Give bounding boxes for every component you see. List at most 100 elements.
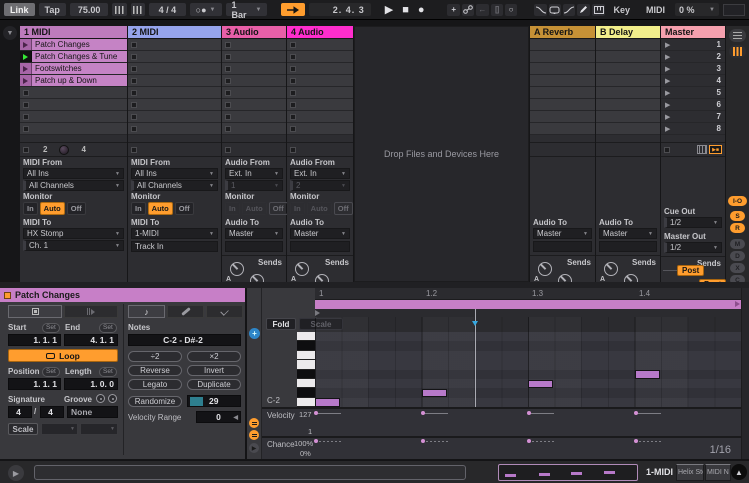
clip-view-icon[interactable] xyxy=(697,145,707,154)
stop-clip-icon[interactable] xyxy=(23,102,29,108)
set-length-button[interactable]: Set xyxy=(99,367,117,377)
stop-clip-icon[interactable] xyxy=(131,90,137,96)
clip-slot[interactable] xyxy=(287,111,353,123)
clip-slot[interactable] xyxy=(128,51,221,63)
clip-slot[interactable] xyxy=(222,63,286,75)
output-type-select[interactable]: Master▼ xyxy=(599,228,657,239)
loop-marker-icon[interactable]: + xyxy=(249,328,260,339)
stop-clip-icon[interactable] xyxy=(131,114,137,120)
output-channel-box[interactable] xyxy=(290,241,350,252)
randomize-button[interactable]: Randomize xyxy=(128,396,182,407)
track-header[interactable]: Master xyxy=(661,26,725,39)
device-chain-item[interactable]: Helix Stor xyxy=(676,464,704,481)
drop-zone[interactable]: Drop Files and Devices Here xyxy=(354,26,529,282)
clip-slot[interactable] xyxy=(128,123,221,135)
loop-toggle[interactable]: Loop xyxy=(8,349,118,362)
piano-key[interactable] xyxy=(297,388,315,397)
set-end-button[interactable]: Set xyxy=(99,323,117,333)
clip-title-bar[interactable]: Patch Changes xyxy=(0,288,245,302)
scene-play-icon[interactable]: ▶ xyxy=(665,77,670,85)
stop-clip-icon[interactable] xyxy=(225,126,231,132)
scene-slot[interactable]: ▶4 xyxy=(661,75,725,87)
clip-slot[interactable] xyxy=(287,63,353,75)
stop-clip-icon[interactable] xyxy=(23,147,29,153)
velocity-range-field[interactable]: 0◀ xyxy=(196,411,241,423)
stop-clip-icon[interactable] xyxy=(290,126,296,132)
master-out-select[interactable]: 1/2▼ xyxy=(664,242,722,253)
clip-slot[interactable]: Patch Changes & Tune xyxy=(20,51,127,63)
automation-arm-button[interactable] xyxy=(462,4,474,16)
groove-hotswap-icon[interactable] xyxy=(108,394,117,403)
scene-slot[interactable]: ▶1 xyxy=(661,39,725,51)
clip-slot[interactable] xyxy=(128,75,221,87)
legato-button[interactable]: Legato xyxy=(128,379,182,390)
clip-slot[interactable]: Patch Changes xyxy=(20,39,127,51)
monitor-auto-button[interactable]: Auto xyxy=(40,202,65,215)
quantization-menu[interactable]: 1 Bar▼ xyxy=(226,3,268,16)
clip-slot[interactable] xyxy=(128,87,221,99)
post-a-toggle[interactable]: Post xyxy=(677,265,704,276)
piano-key[interactable] xyxy=(297,370,315,379)
monitor-off-button[interactable]: Off xyxy=(175,202,194,215)
invert-button[interactable]: Invert xyxy=(187,365,241,376)
stop-clip-icon[interactable] xyxy=(225,102,231,108)
monitor-auto-button[interactable]: Auto xyxy=(242,202,267,215)
clip-slot[interactable] xyxy=(287,87,353,99)
send-a-knob[interactable] xyxy=(295,262,309,276)
start-marker-icon[interactable] xyxy=(315,310,320,316)
clip-slot[interactable] xyxy=(287,123,353,135)
piano-key[interactable] xyxy=(297,379,315,388)
follow-button[interactable] xyxy=(281,3,305,16)
record-button[interactable]: ● xyxy=(418,4,425,16)
scene-slot[interactable]: ▶5 xyxy=(661,87,725,99)
piano-key[interactable] xyxy=(297,351,315,360)
fade-curve-button[interactable] xyxy=(534,4,546,16)
groove-commit-icon[interactable] xyxy=(96,394,105,403)
send-a-knob[interactable] xyxy=(538,262,552,276)
piano-keys[interactable] xyxy=(297,332,315,407)
clip-overview[interactable] xyxy=(498,464,638,481)
stop-clip-icon[interactable] xyxy=(290,102,296,108)
input-type-select[interactable]: All Ins▼ xyxy=(131,168,218,179)
scene-slot[interactable]: ▶8 xyxy=(661,123,725,135)
tab-launch[interactable] xyxy=(64,305,118,318)
scale-highlight-button[interactable]: Scale xyxy=(299,318,343,330)
track-header[interactable]: A Reverb xyxy=(530,26,595,39)
clip-end-field[interactable]: 4. 1. 1 xyxy=(64,334,118,346)
reenable-automation-button[interactable]: ← xyxy=(476,4,488,16)
track-header[interactable]: B Delay xyxy=(596,26,660,39)
clip-play-icon[interactable] xyxy=(20,75,32,86)
clip-position-field[interactable]: 1. 1. 1 xyxy=(8,378,61,390)
clip-start-field[interactable]: 1. 1. 1 xyxy=(8,334,61,346)
monitor-in-button[interactable]: In xyxy=(131,202,146,215)
monitor-off-button[interactable]: Off xyxy=(67,202,86,215)
input-channel-select[interactable]: 2▼ xyxy=(290,180,350,191)
cue-out-select[interactable]: 1/2▼ xyxy=(664,217,722,228)
monitor-off-button[interactable]: Off xyxy=(334,202,353,215)
arrangement-position-display[interactable]: 2. 4. 3 xyxy=(309,3,370,16)
stop-clip-icon[interactable] xyxy=(290,66,296,72)
tab-envelopes[interactable] xyxy=(206,305,243,318)
cpu-meter[interactable]: 0 %▼ xyxy=(675,3,719,16)
monitor-in-button[interactable]: In xyxy=(225,202,240,215)
beat-time-ruler[interactable]: 1 1.2 1.3 1.4 xyxy=(315,288,741,300)
piano-key[interactable] xyxy=(297,341,315,350)
clip-slot[interactable] xyxy=(222,75,286,87)
stop-clip-icon[interactable] xyxy=(131,126,137,132)
nudge-up-button[interactable] xyxy=(131,3,145,16)
stop-clip-icon[interactable] xyxy=(225,90,231,96)
clip-slot[interactable] xyxy=(128,39,221,51)
input-channel-select[interactable]: All Channels▼ xyxy=(131,180,218,191)
stop-clip-icon[interactable] xyxy=(131,66,137,72)
piano-key[interactable] xyxy=(297,398,315,407)
stop-clip-icon[interactable] xyxy=(23,126,29,132)
clip-slot[interactable] xyxy=(20,123,127,135)
tempo-field[interactable]: 75.00 xyxy=(70,3,109,16)
link-button[interactable]: Link xyxy=(4,3,35,16)
reverse-button[interactable]: Reverse xyxy=(128,365,182,376)
toggle-io[interactable]: I-O xyxy=(728,196,747,206)
clip-play-icon[interactable] xyxy=(20,39,32,50)
clip-slot[interactable] xyxy=(128,99,221,111)
capture-midi-button[interactable]: [] xyxy=(491,4,503,16)
output-type-select[interactable]: Master▼ xyxy=(225,228,283,239)
